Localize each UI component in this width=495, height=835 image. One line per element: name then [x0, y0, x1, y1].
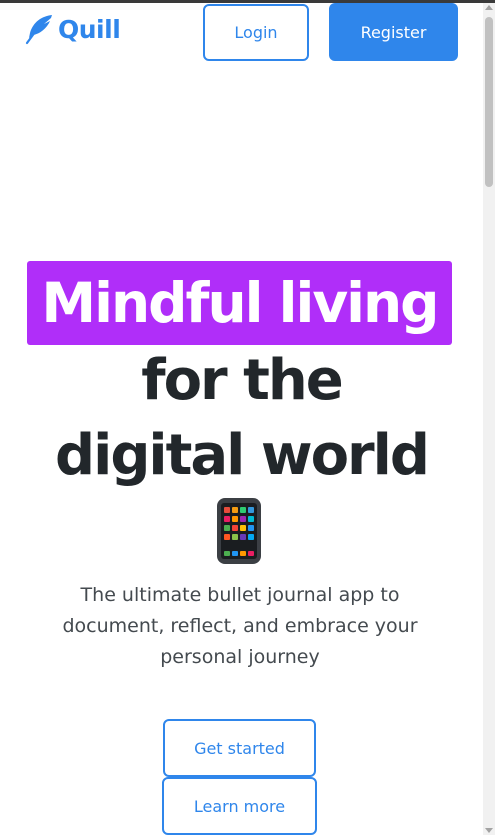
hero-highlight-block: Mindful living — [27, 261, 452, 345]
scrollbar-thumb[interactable] — [485, 17, 493, 187]
brand-logo-link[interactable]: Quill — [24, 12, 121, 46]
brand-name: Quill — [58, 14, 121, 44]
hero-subtitle: The ultimate bullet journal app to docum… — [62, 584, 418, 668]
mobile-phone-icon — [217, 498, 261, 564]
login-button[interactable]: Login — [203, 4, 309, 61]
vertical-scrollbar[interactable] — [483, 3, 495, 835]
hero-title-line-3: digital world — [55, 423, 430, 488]
hero-title-highlight: Mindful living — [41, 271, 439, 335]
hero-title-line-2: for the — [141, 348, 344, 413]
get-started-button[interactable]: Get started — [163, 719, 316, 777]
learn-more-button[interactable]: Learn more — [162, 777, 317, 835]
scroll-down-arrow-icon[interactable] — [485, 828, 493, 833]
feather-icon — [25, 15, 52, 45]
register-button[interactable]: Register — [329, 3, 458, 61]
scroll-up-arrow-icon[interactable] — [485, 5, 493, 10]
